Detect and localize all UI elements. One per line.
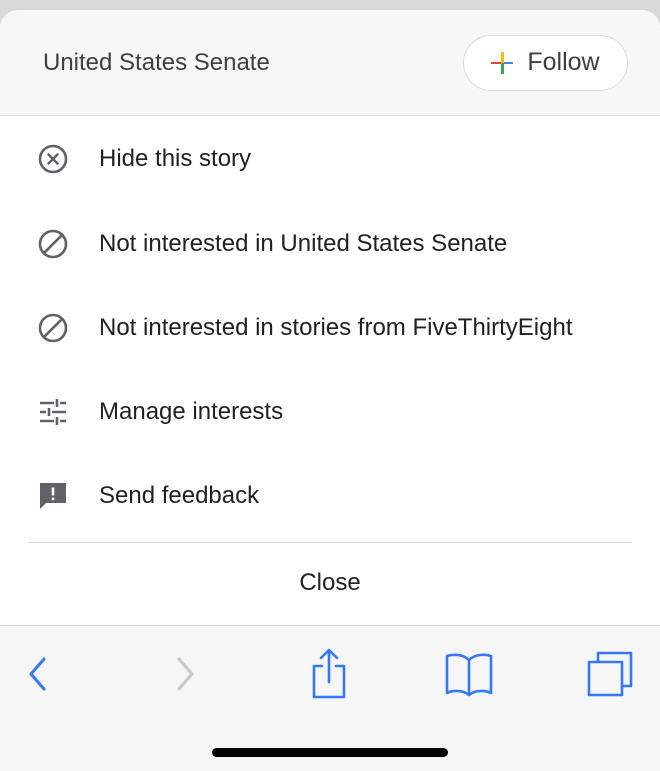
feedback-icon	[37, 480, 69, 512]
multicolor-plus-icon	[491, 51, 514, 74]
forward-icon	[173, 656, 197, 697]
forward-button[interactable]	[155, 648, 215, 704]
menu-item-not-interested-topic[interactable]: Not interested in United States Senate	[0, 202, 660, 286]
tabs-icon	[586, 650, 634, 703]
topic-title: United States Senate	[43, 48, 270, 76]
share-button[interactable]	[299, 648, 359, 704]
close-circle-icon	[37, 143, 69, 175]
tune-icon	[37, 396, 69, 428]
menu-item-label: Manage interests	[99, 398, 284, 425]
home-indicator	[212, 748, 448, 757]
menu-item-label: Not interested in United States Senate	[99, 230, 508, 257]
back-button[interactable]	[8, 648, 68, 704]
menu-item-hide-story[interactable]: Hide this story	[0, 116, 660, 202]
close-button[interactable]: Close	[0, 543, 660, 623]
menu-item-send-feedback[interactable]: Send feedback	[0, 454, 660, 538]
block-icon	[37, 228, 69, 260]
menu-item-label: Hide this story	[99, 145, 252, 172]
menu-item-manage-interests[interactable]: Manage interests	[0, 370, 660, 454]
block-icon	[37, 312, 69, 344]
sheet-header: United States Senate Follow	[0, 10, 660, 116]
bookmarks-button[interactable]	[439, 648, 499, 704]
browser-toolbar	[0, 625, 660, 771]
menu-item-label: Send feedback	[99, 482, 260, 509]
options-menu: Hide this story Not interested in United…	[0, 116, 660, 538]
menu-item-not-interested-source[interactable]: Not interested in stories from FiveThirt…	[0, 286, 660, 370]
options-sheet: United States Senate Follow Hide this st…	[0, 10, 660, 625]
tabs-button[interactable]	[580, 648, 640, 704]
follow-button[interactable]: Follow	[463, 34, 628, 91]
share-icon	[309, 648, 349, 705]
back-icon	[26, 656, 50, 697]
menu-item-label: Not interested in stories from FiveThirt…	[99, 314, 573, 341]
follow-label: Follow	[527, 48, 600, 76]
bookmarks-icon	[444, 651, 494, 702]
